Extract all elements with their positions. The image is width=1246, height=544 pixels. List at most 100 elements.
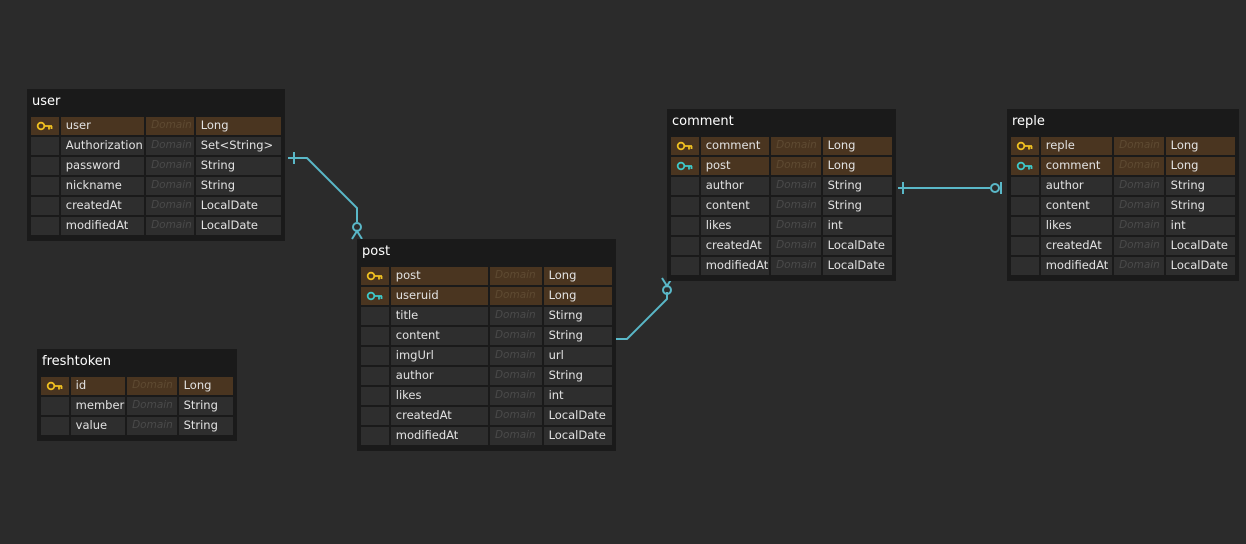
entity-title: reple — [1012, 114, 1045, 129]
foreign-key-icon — [361, 287, 389, 305]
column-row[interactable]: reple Domain Long — [1011, 137, 1237, 155]
column-name: post — [700, 157, 770, 175]
column-name: useruid — [390, 287, 488, 305]
key-cell-empty — [31, 177, 59, 195]
column-row[interactable]: author Domain String — [671, 177, 894, 195]
column-name: imgUrl — [390, 347, 488, 365]
entity-comment[interactable]: comment comment Domain Long post Domain Long au… — [667, 109, 896, 281]
column-type: LocalDate — [822, 257, 892, 275]
column-name: comment — [1040, 157, 1113, 175]
key-cell-empty — [361, 407, 389, 425]
column-row[interactable]: likes Domain int — [671, 217, 894, 235]
column-type: LocalDate — [543, 427, 613, 445]
column-row[interactable]: post Domain Long — [671, 157, 894, 175]
diagram-canvas[interactable]: user user Domain Long Authorization Domain Set… — [0, 0, 1246, 544]
column-row[interactable]: createdAt Domain LocalDate — [671, 237, 894, 255]
column-row[interactable]: comment Domain Long — [1011, 157, 1237, 175]
column-name: likes — [390, 387, 488, 405]
column-row[interactable]: title Domain Stirng — [361, 307, 614, 325]
column-name: createdAt — [700, 237, 770, 255]
column-row[interactable]: likes Domain int — [1011, 217, 1237, 235]
column-domain: Domain — [1114, 237, 1164, 255]
column-row[interactable]: imgUrl Domain url — [361, 347, 614, 365]
column-domain: Domain — [771, 237, 821, 255]
column-domain: Domain — [489, 327, 542, 345]
column-row[interactable]: modifiedAt Domain LocalDate — [31, 217, 283, 235]
primary-key-icon — [41, 377, 69, 395]
column-row[interactable]: createdAt Domain LocalDate — [1011, 237, 1237, 255]
column-list: id Domain Long member Domain String value Domai… — [39, 375, 235, 439]
key-cell-empty — [41, 417, 69, 435]
column-row[interactable]: user Domain Long — [31, 117, 283, 135]
column-type: Set<String> — [195, 137, 281, 155]
column-row[interactable]: createdAt Domain LocalDate — [31, 197, 283, 215]
column-row[interactable]: content Domain String — [1011, 197, 1237, 215]
column-name: comment — [700, 137, 770, 155]
column-row[interactable]: createdAt Domain LocalDate — [361, 407, 614, 425]
primary-key-icon — [361, 267, 389, 285]
column-type: Long — [1165, 157, 1235, 175]
entity-user[interactable]: user user Domain Long Authorization Domain Set… — [27, 89, 285, 241]
column-name: member — [70, 397, 126, 415]
column-type: String — [1165, 197, 1235, 215]
column-row[interactable]: value Domain String — [41, 417, 235, 435]
column-row[interactable]: nickname Domain String — [31, 177, 283, 195]
column-row[interactable]: comment Domain Long — [671, 137, 894, 155]
column-name: author — [700, 177, 770, 195]
column-row[interactable]: likes Domain int — [361, 387, 614, 405]
column-name: Authorization — [60, 137, 145, 155]
column-type: Long — [1165, 137, 1235, 155]
key-cell-empty — [31, 217, 59, 235]
column-row[interactable]: author Domain String — [361, 367, 614, 385]
column-row[interactable]: modifiedAt Domain LocalDate — [671, 257, 894, 275]
column-type: LocalDate — [195, 217, 281, 235]
column-row[interactable]: id Domain Long — [41, 377, 235, 395]
column-type: LocalDate — [195, 197, 281, 215]
column-row[interactable]: member Domain String — [41, 397, 235, 415]
column-domain: Domain — [1114, 137, 1164, 155]
column-domain: Domain — [489, 387, 542, 405]
entity-title: comment — [672, 114, 734, 129]
column-row[interactable]: useruid Domain Long — [361, 287, 614, 305]
foreign-key-icon — [1011, 157, 1039, 175]
primary-key-icon — [1011, 137, 1039, 155]
column-name: content — [700, 197, 770, 215]
entity-freshtoken[interactable]: freshtoken id Domain Long member Domain String… — [37, 349, 237, 441]
column-domain: Domain — [489, 367, 542, 385]
column-type: LocalDate — [1165, 257, 1235, 275]
column-row[interactable]: content Domain String — [671, 197, 894, 215]
column-row[interactable]: author Domain String — [1011, 177, 1237, 195]
column-type: LocalDate — [1165, 237, 1235, 255]
column-domain: Domain — [771, 157, 821, 175]
column-name: createdAt — [390, 407, 488, 425]
column-row[interactable]: password Domain String — [31, 157, 283, 175]
column-name: content — [390, 327, 488, 345]
column-domain: Domain — [1114, 197, 1164, 215]
column-row[interactable]: post Domain Long — [361, 267, 614, 285]
entity-post[interactable]: post post Domain Long useruid Domain Long title… — [357, 239, 616, 451]
column-name: user — [60, 117, 145, 135]
column-name: author — [1040, 177, 1113, 195]
column-type: int — [822, 217, 892, 235]
column-name: likes — [700, 217, 770, 235]
column-row[interactable]: Authorization Domain Set<String> — [31, 137, 283, 155]
foreign-key-icon — [671, 157, 699, 175]
entity-reple[interactable]: reple reple Domain Long comment Domain Long aut… — [1007, 109, 1239, 281]
key-cell-empty — [361, 307, 389, 325]
column-domain: Domain — [127, 377, 177, 395]
primary-key-icon — [31, 117, 59, 135]
column-row[interactable]: modifiedAt Domain LocalDate — [361, 427, 614, 445]
column-name: nickname — [60, 177, 145, 195]
key-cell-empty — [31, 157, 59, 175]
column-domain: Domain — [146, 217, 194, 235]
entity-title: freshtoken — [42, 354, 111, 369]
column-domain: Domain — [127, 417, 177, 435]
column-domain: Domain — [1114, 157, 1164, 175]
column-type: int — [543, 387, 613, 405]
column-name: reple — [1040, 137, 1113, 155]
column-type: LocalDate — [543, 407, 613, 425]
column-type: String — [543, 367, 613, 385]
column-row[interactable]: content Domain String — [361, 327, 614, 345]
column-row[interactable]: modifiedAt Domain LocalDate — [1011, 257, 1237, 275]
column-domain: Domain — [1114, 257, 1164, 275]
